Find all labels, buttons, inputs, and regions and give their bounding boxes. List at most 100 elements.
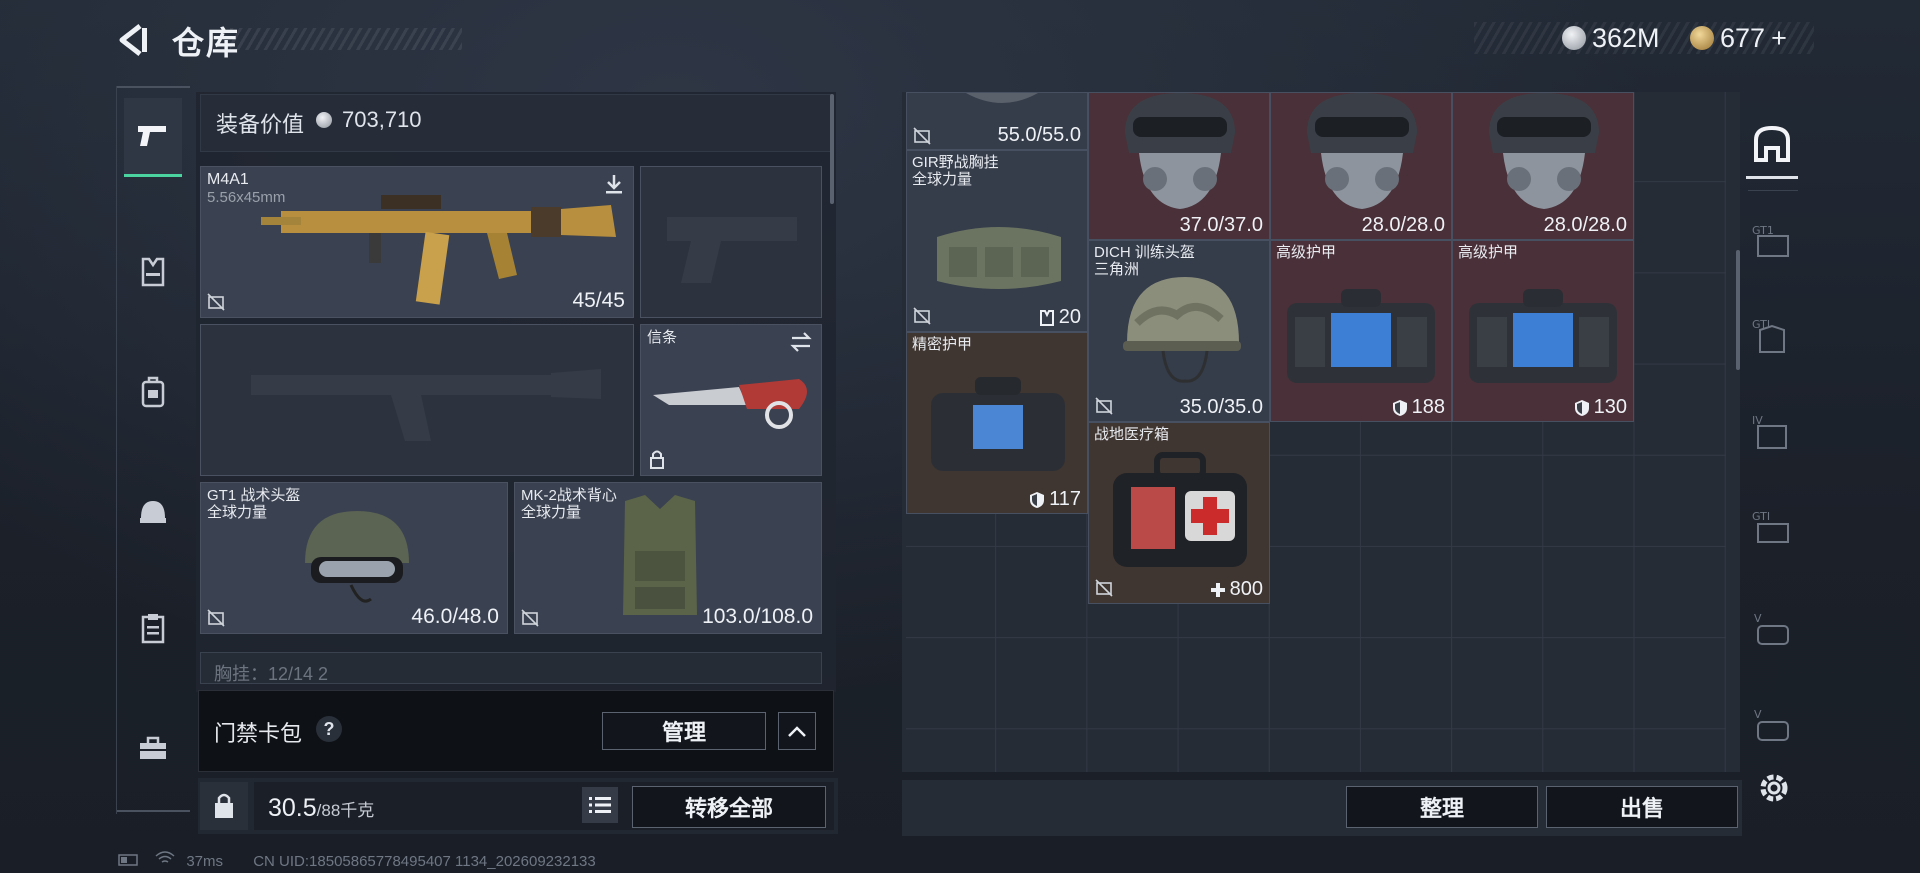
rifle-placeholder-icon — [251, 369, 601, 441]
slot-body-armor[interactable]: MK-2战术背心 全球力量 103.0/108.0 — [514, 482, 822, 634]
slot-helmet-name: GT1 战术头盔 全球力量 — [207, 487, 301, 521]
vest-icon — [1039, 309, 1054, 326]
storage-item-gas-helmet[interactable]: 28.0/28.0 — [1452, 92, 1634, 240]
tab-backpack[interactable] — [124, 354, 182, 430]
slot-primary-weapon[interactable]: M4A1 5.56x45mm 45/45 — [200, 166, 634, 318]
tab-chest-rig[interactable] — [124, 234, 182, 310]
item-count: 37.0/37.0 — [1179, 214, 1263, 236]
transfer-all-button[interactable]: 转移全部 — [632, 786, 826, 828]
filter-gti-2[interactable]: GTI — [1746, 496, 1798, 560]
armor-filter-icon: GTI — [1752, 318, 1785, 353]
helmet-icon — [140, 501, 166, 523]
armor-value: 130 — [1574, 396, 1627, 419]
item-count: 28.0/28.0 — [1543, 214, 1627, 236]
pistol-placeholder-icon — [667, 217, 797, 283]
gt1-helmet-image — [305, 511, 409, 603]
gold-currency[interactable]: 677 + — [1690, 22, 1787, 54]
storage-item-advanced-armor[interactable]: 高级护甲 130 — [1452, 240, 1634, 422]
item-capacity: 20 — [1039, 306, 1081, 329]
sell-button[interactable]: 出售 — [1546, 786, 1738, 828]
loadout-scrollbar[interactable] — [830, 94, 834, 204]
silver-amount: 362M — [1592, 22, 1660, 53]
keycard-bag-label: 门禁卡包 — [214, 721, 303, 746]
storage-item-precise-armor[interactable]: 精密护甲 117 — [906, 332, 1088, 514]
carry-weight-value: 30.5 — [268, 794, 317, 822]
carry-weight-max: /88千克 — [316, 801, 375, 820]
swap-icon[interactable] — [789, 331, 813, 353]
settings-gear-icon[interactable] — [1756, 770, 1792, 806]
no-insure-icon — [913, 307, 931, 325]
case-filter-icon: V — [1754, 612, 1789, 645]
tab-weapons[interactable] — [124, 98, 182, 177]
helmet-filter-icon: GT1 — [1752, 224, 1789, 257]
slot-armor-name: MK-2战术背心 全球力量 — [521, 487, 617, 521]
slot-melee[interactable]: 信条 — [640, 324, 822, 476]
gasmask-helmet-image — [1489, 93, 1599, 209]
gasmask-helmet-image — [1307, 93, 1417, 209]
clipboard-icon — [141, 614, 165, 644]
tab-toolbox[interactable] — [124, 710, 182, 786]
no-insure-icon — [1095, 579, 1113, 597]
filter-gt1[interactable]: GT1 — [1746, 210, 1798, 274]
slot-melee-name: 信条 — [647, 329, 678, 346]
storage-item-field-medkit[interactable]: 战地医疗箱 800 — [1088, 422, 1270, 604]
slot-secondary-weapon[interactable] — [200, 324, 634, 476]
filter-v-2[interactable]: V — [1746, 694, 1798, 758]
item-name: 高级护甲 — [1276, 244, 1337, 261]
helmet-image — [966, 93, 1038, 103]
gold-coin-icon — [1690, 26, 1714, 50]
silver-currency[interactable]: 362M — [1562, 22, 1660, 54]
storage-item-dich-helmet[interactable]: DICH 训练头盔 三角洲 35.0/35.0 — [1088, 240, 1270, 422]
armor-box-image — [1469, 289, 1617, 383]
carry-weight: 30.5/88千克 — [268, 794, 374, 823]
back-arrow-icon[interactable] — [114, 22, 150, 58]
slot-sidearm[interactable] — [640, 166, 822, 318]
case-filter-icon: V — [1754, 708, 1789, 741]
wifi-icon — [155, 851, 175, 863]
storage-item-gas-helmet[interactable]: 28.0/28.0 — [1270, 92, 1452, 240]
filter-label: V — [1754, 708, 1762, 721]
download-icon[interactable] — [603, 173, 625, 195]
item-count: 800 — [1229, 578, 1263, 600]
list-view-button[interactable] — [582, 787, 618, 823]
slot-helmet[interactable]: GT1 战术头盔 全球力量 46.0/48.0 — [200, 482, 508, 634]
sort-button[interactable]: 整理 — [1346, 786, 1538, 828]
filter-all[interactable] — [1746, 112, 1798, 179]
uid-text: CN UID:18505865778495407 1134_2026092321… — [253, 853, 596, 870]
battery-icon — [118, 854, 138, 866]
equipment-value-label: 装备价值 — [216, 112, 305, 137]
toolbox-icon — [140, 736, 166, 759]
help-icon[interactable]: ? — [316, 716, 342, 742]
medkit-image — [1113, 452, 1247, 567]
category-tabs — [116, 86, 189, 814]
storage-item-gir-rig[interactable]: GIR野战胸挂 全球力量 20 — [906, 150, 1088, 332]
armor-value: 117 — [1029, 488, 1081, 511]
list-icon — [589, 797, 611, 813]
collapse-button[interactable] — [778, 712, 816, 750]
knife-image — [653, 379, 807, 429]
no-insure-icon — [207, 293, 225, 311]
gold-amount: 677 — [1720, 22, 1766, 53]
title-decoration — [230, 28, 462, 50]
tab-helmet[interactable] — [124, 474, 182, 550]
weight-lock-icon — [215, 793, 233, 818]
storage-item-top-helmet[interactable]: 55.0/55.0 — [906, 92, 1088, 150]
tab-clipboard[interactable] — [124, 590, 182, 666]
storage-item-gas-helmet[interactable]: 37.0/37.0 — [1088, 92, 1270, 240]
storage-item-advanced-armor[interactable]: 高级护甲 188 — [1270, 240, 1452, 422]
filter-v[interactable]: V — [1746, 598, 1798, 662]
armor-box-image — [1287, 289, 1435, 383]
chest-rig-text: 胸挂：12/14 2 — [214, 664, 329, 684]
medkit-value: 800 — [1210, 578, 1263, 601]
helmet-durability: 46.0/48.0 — [411, 605, 499, 628]
manage-button[interactable]: 管理 — [602, 712, 766, 750]
silver-coin-icon — [316, 112, 332, 128]
filter-label: V — [1754, 612, 1762, 625]
weight-lock-button[interactable] — [200, 782, 248, 830]
storage-scrollbar[interactable] — [1736, 250, 1740, 370]
filter-iv[interactable]: IV — [1746, 400, 1798, 464]
ping-text: 37ms — [186, 853, 224, 870]
camo-helmet-image — [1123, 277, 1241, 383]
gold-plus: + — [1771, 22, 1787, 53]
filter-gti[interactable]: GTI — [1746, 304, 1798, 368]
